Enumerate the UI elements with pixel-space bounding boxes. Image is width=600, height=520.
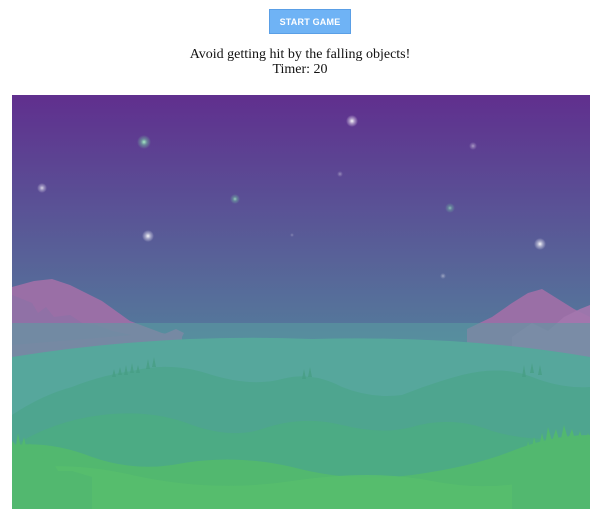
star [290, 233, 294, 237]
star [137, 135, 151, 149]
star [534, 238, 546, 250]
game-canvas[interactable] [12, 95, 590, 509]
game-scene [12, 95, 590, 509]
timer-display: Timer: 20 [272, 62, 328, 77]
star [469, 142, 477, 150]
star [346, 115, 358, 127]
star [230, 194, 240, 204]
star [142, 230, 154, 242]
star [445, 203, 455, 213]
start-game-button[interactable]: START GAME [269, 9, 351, 34]
star [337, 171, 343, 177]
star [440, 273, 446, 279]
star [37, 183, 47, 193]
instructions-text: Avoid getting hit by the falling objects… [189, 47, 411, 62]
